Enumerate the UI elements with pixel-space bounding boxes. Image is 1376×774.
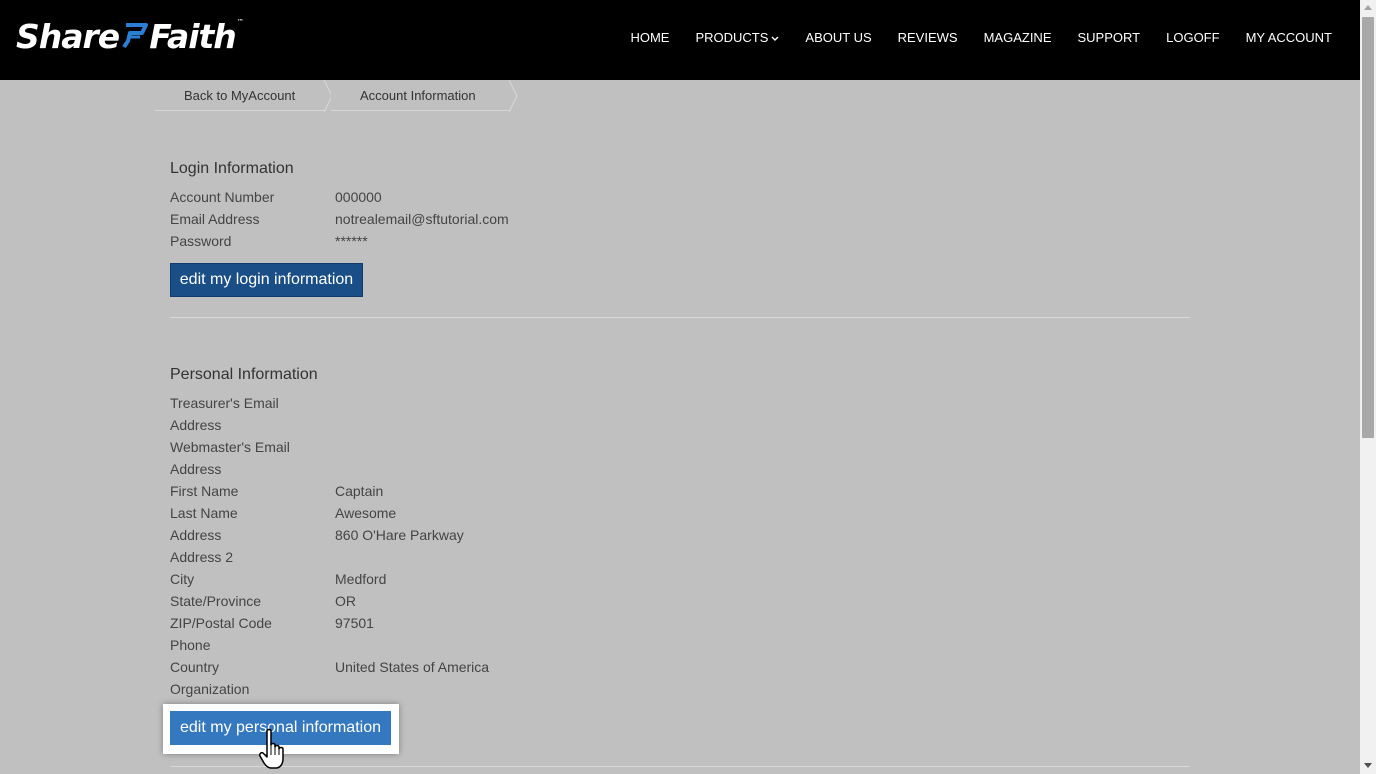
- logo-trademark: ™: [236, 18, 244, 26]
- login-information-title: Login Information: [170, 160, 294, 177]
- section-divider: [170, 317, 1190, 318]
- field-label: Account Number: [170, 189, 275, 205]
- field-label: ZIP/Postal Code: [170, 615, 272, 631]
- field-value: 97501: [335, 615, 374, 631]
- hand-pointer-icon: [259, 728, 284, 769]
- nav-home[interactable]: HOME: [630, 30, 669, 45]
- field-value: 000000: [335, 189, 382, 205]
- scrollbar-thumb[interactable]: [1362, 17, 1374, 438]
- breadcrumb-back-to-myaccount[interactable]: Back to MyAccount: [155, 80, 333, 112]
- main-nav: HOME PRODUCTS ABOUT US REVIEWS MAGAZINE …: [604, 30, 1332, 45]
- breadcrumb-back-label: Back to MyAccount: [184, 88, 296, 103]
- nav-products[interactable]: PRODUCTS: [695, 30, 779, 45]
- nav-products-label: PRODUCTS: [695, 30, 769, 45]
- field-value: notrealemail@sftutorial.com: [335, 211, 509, 227]
- nav-my-account[interactable]: MY ACCOUNT: [1246, 30, 1332, 45]
- breadcrumb-account-information: Account Information: [331, 80, 518, 112]
- section-divider: [170, 766, 1190, 767]
- field-label: Password: [170, 233, 232, 249]
- field-label: Country: [170, 659, 220, 675]
- field-label: Address: [170, 461, 222, 477]
- scroll-down-arrow-icon[interactable]: [1364, 763, 1372, 768]
- personal-information-title: Personal Information: [170, 366, 318, 383]
- scroll-up-arrow-icon[interactable]: [1364, 5, 1372, 10]
- field-value: Awesome: [335, 505, 397, 521]
- edit-login-information-button[interactable]: edit my login information: [170, 263, 363, 297]
- nav-reviews[interactable]: REVIEWS: [898, 30, 958, 45]
- nav-magazine[interactable]: MAGAZINE: [984, 30, 1052, 45]
- breadcrumb: Back to MyAccount Account Information: [155, 80, 518, 112]
- field-label: Address 2: [170, 549, 234, 565]
- breadcrumb-separator-icon: [509, 80, 518, 112]
- field-value: 860 O'Hare Parkway: [335, 527, 464, 543]
- field-label: City: [170, 571, 195, 587]
- sharefaith-logo[interactable]: Share Faith ™: [16, 16, 244, 56]
- field-label: Email Address: [170, 211, 260, 227]
- field-label: Organization: [170, 681, 250, 697]
- logo-text-share: Share: [16, 16, 120, 56]
- logo-text-faith: Faith: [149, 16, 237, 56]
- logo-flag-icon: [120, 21, 149, 51]
- nav-support[interactable]: SUPPORT: [1078, 30, 1141, 45]
- field-value: OR: [335, 593, 356, 609]
- field-label: First Name: [170, 483, 239, 499]
- field-label: Treasurer's Email: [170, 395, 279, 411]
- breadcrumb-current-label: Account Information: [360, 88, 476, 103]
- field-label: State/Province: [170, 593, 262, 609]
- field-value: United States of America: [335, 659, 490, 675]
- field-value: ******: [335, 233, 368, 249]
- field-label: Address: [170, 527, 222, 543]
- chevron-down-icon: [771, 34, 779, 44]
- field-label: Address: [170, 417, 222, 433]
- field-value: Medford: [335, 571, 387, 587]
- field-value: Captain: [335, 483, 384, 499]
- field-label: Last Name: [170, 505, 238, 521]
- nav-about-us[interactable]: ABOUT US: [805, 30, 871, 45]
- field-label: Webmaster's Email: [170, 439, 290, 455]
- nav-logoff[interactable]: LOGOFF: [1166, 30, 1219, 45]
- vertical-scrollbar[interactable]: [1360, 0, 1376, 774]
- top-navigation-bar: Share Faith ™ HOME PRODUCTS ABOUT US REV…: [0, 0, 1360, 80]
- field-label: Phone: [170, 637, 211, 653]
